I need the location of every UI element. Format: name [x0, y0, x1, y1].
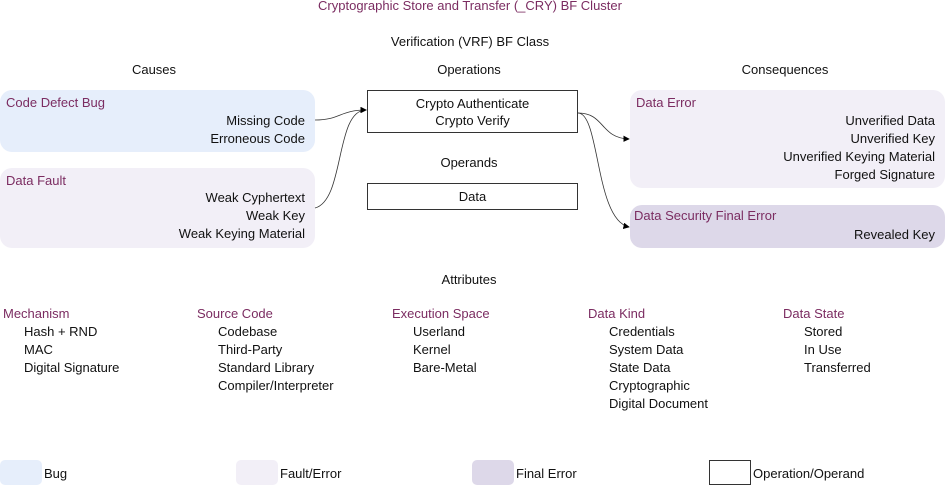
arrows [314, 106, 630, 229]
attribute-item: Credentials [609, 324, 675, 339]
attribute-item: State Data [609, 360, 671, 375]
attribute-title: Data State [783, 306, 845, 321]
arrow-fault-to-ops [314, 106, 367, 209]
attribute-item: Codebase [218, 324, 278, 339]
legend-swatch-final [472, 460, 514, 485]
legend-label-bug: Bug [44, 466, 68, 481]
legend-label-operation: Operation/Operand [753, 466, 865, 481]
attribute-item: Transferred [804, 360, 871, 375]
attribute-source-code: Source Code Codebase Third-Party Standar… [197, 305, 334, 395]
attribute-item: System Data [609, 342, 684, 357]
legend-label-final: Final Error [516, 466, 577, 481]
attribute-item: MAC [24, 342, 53, 357]
attribute-item: Stored [804, 324, 843, 339]
attribute-item: Hash + RND [24, 324, 98, 339]
legend-swatch-fault [236, 460, 278, 485]
attribute-execution-space: Execution Space Userland Kernel Bare-Met… [392, 305, 490, 377]
legend-swatch-operation [709, 460, 751, 485]
attribute-item: Bare-Metal [413, 360, 477, 375]
attribute-item: Kernel [413, 342, 451, 357]
attribute-item: Compiler/Interpreter [218, 378, 334, 393]
attribute-item: Standard Library [218, 360, 315, 375]
arrow-ops-to-error [577, 112, 630, 143]
attribute-item: Userland [413, 324, 466, 339]
arrow-bug-to-ops [314, 106, 367, 121]
legend-label-fault: Fault/Error [280, 466, 342, 481]
legend-swatch-bug [0, 460, 42, 485]
attribute-item: Cryptographic [609, 378, 690, 393]
attributes-header: Attributes [441, 272, 497, 287]
attribute-title: Mechanism [3, 306, 70, 321]
attribute-item: Digital Document [609, 396, 708, 411]
attribute-item: Digital Signature [24, 360, 120, 375]
attribute-title: Execution Space [392, 306, 490, 321]
arrow-ops-to-final [577, 112, 630, 229]
bf-diagram: Cryptographic Store and Transfer (_CRY) … [0, 0, 945, 486]
attribute-data-kind: Data Kind Credentials System Data State … [588, 305, 708, 413]
attribute-title: Data Kind [588, 306, 646, 321]
attribute-title: Source Code [197, 306, 273, 321]
attribute-item: Third-Party [218, 342, 283, 357]
attribute-data-state: Data State Stored In Use Transferred [783, 305, 871, 377]
attribute-item: In Use [804, 342, 842, 357]
attribute-mechanism: Mechanism Hash + RND MAC Digital Signatu… [3, 305, 119, 377]
